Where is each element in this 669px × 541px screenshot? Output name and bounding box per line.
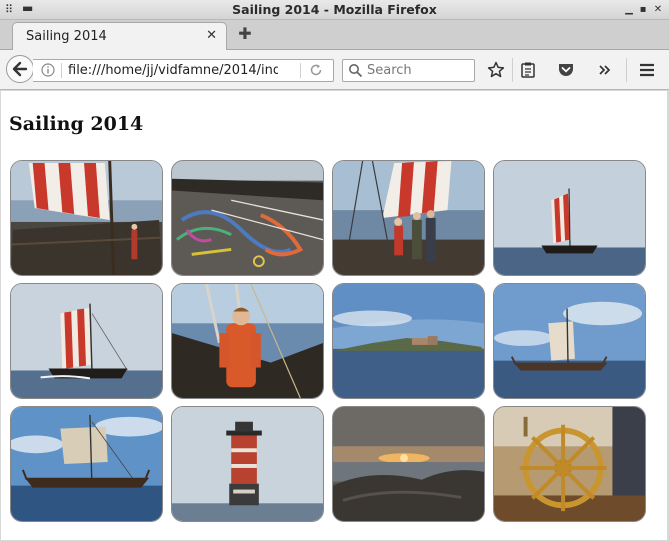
ship-wheel-image — [494, 407, 645, 521]
photo-thumbnail[interactable] — [171, 160, 324, 276]
reload-icon[interactable] — [309, 63, 323, 77]
maximize-icon[interactable]: ▪ — [636, 3, 650, 17]
photo-thumbnail[interactable] — [10, 406, 163, 522]
overflow-chevrons-icon[interactable] — [596, 61, 614, 79]
bookmark-star-icon[interactable] — [487, 61, 505, 79]
window-title: Sailing 2014 - Mozilla Firefox — [232, 2, 437, 17]
photo-thumbnail[interactable] — [493, 406, 646, 522]
navigation-toolbar: file:///home/jj/vidfamne/2014/index.h Se… — [0, 50, 669, 90]
arrow-left-icon — [12, 61, 28, 77]
crew-orange-jacket-image — [172, 284, 323, 398]
close-window-icon[interactable]: ✕ — [651, 3, 665, 17]
painted-deck-image — [172, 161, 323, 275]
photo-thumbnail[interactable] — [171, 406, 324, 522]
longship-white-sail-image — [494, 284, 645, 398]
sail-on-deck-image — [11, 161, 162, 275]
photo-thumbnail[interactable] — [493, 160, 646, 276]
url-input[interactable]: file:///home/jj/vidfamne/2014/index.h — [68, 63, 278, 78]
photo-thumbnail[interactable] — [493, 283, 646, 399]
photo-thumbnail[interactable] — [332, 406, 485, 522]
island-fortress-image — [333, 284, 484, 398]
photo-thumbnail[interactable] — [332, 283, 485, 399]
info-icon[interactable] — [41, 63, 55, 77]
tab-label: Sailing 2014 — [26, 29, 107, 44]
url-bar[interactable]: file:///home/jj/vidfamne/2014/index.h — [33, 59, 334, 82]
sunset-rocks-image — [333, 407, 484, 521]
pocket-icon[interactable] — [557, 61, 575, 79]
longship-sea-image — [11, 284, 162, 398]
plus-icon: ✚ — [238, 24, 252, 43]
toolbar-separator — [626, 58, 627, 82]
search-bar[interactable]: Search — [342, 59, 475, 82]
photo-thumbnail[interactable] — [332, 160, 485, 276]
window-titlebar: ⠿ ▬ Sailing 2014 - Mozilla Firefox ▁ ▪ ✕ — [0, 0, 669, 20]
toolbar-separator — [512, 58, 513, 82]
tab-sailing-2014[interactable]: Sailing 2014 ✕ — [12, 22, 227, 50]
url-separator — [300, 63, 301, 78]
back-button[interactable] — [6, 55, 34, 83]
photo-thumbnail[interactable] — [10, 160, 163, 276]
reading-list-icon[interactable] — [519, 61, 537, 79]
page-content: Sailing 2014 — [1, 91, 667, 540]
new-tab-button[interactable]: ✚ — [236, 25, 254, 43]
lighthouse-image — [172, 407, 323, 521]
page-heading: Sailing 2014 — [9, 113, 144, 135]
tab-strip: Sailing 2014 ✕ ✚ — [0, 20, 669, 50]
minimize-icon[interactable]: ▁ — [622, 3, 636, 17]
longship-distance-image — [494, 161, 645, 275]
hamburger-menu-icon[interactable] — [638, 61, 656, 79]
longship-blue-sky-image — [11, 407, 162, 521]
search-input[interactable]: Search — [367, 63, 412, 78]
search-icon — [349, 64, 363, 78]
photo-thumbnail[interactable] — [10, 283, 163, 399]
url-separator — [61, 63, 62, 78]
tab-close-icon[interactable]: ✕ — [206, 28, 217, 43]
photo-thumbnail[interactable] — [171, 283, 324, 399]
crew-raising-sail-image — [333, 161, 484, 275]
